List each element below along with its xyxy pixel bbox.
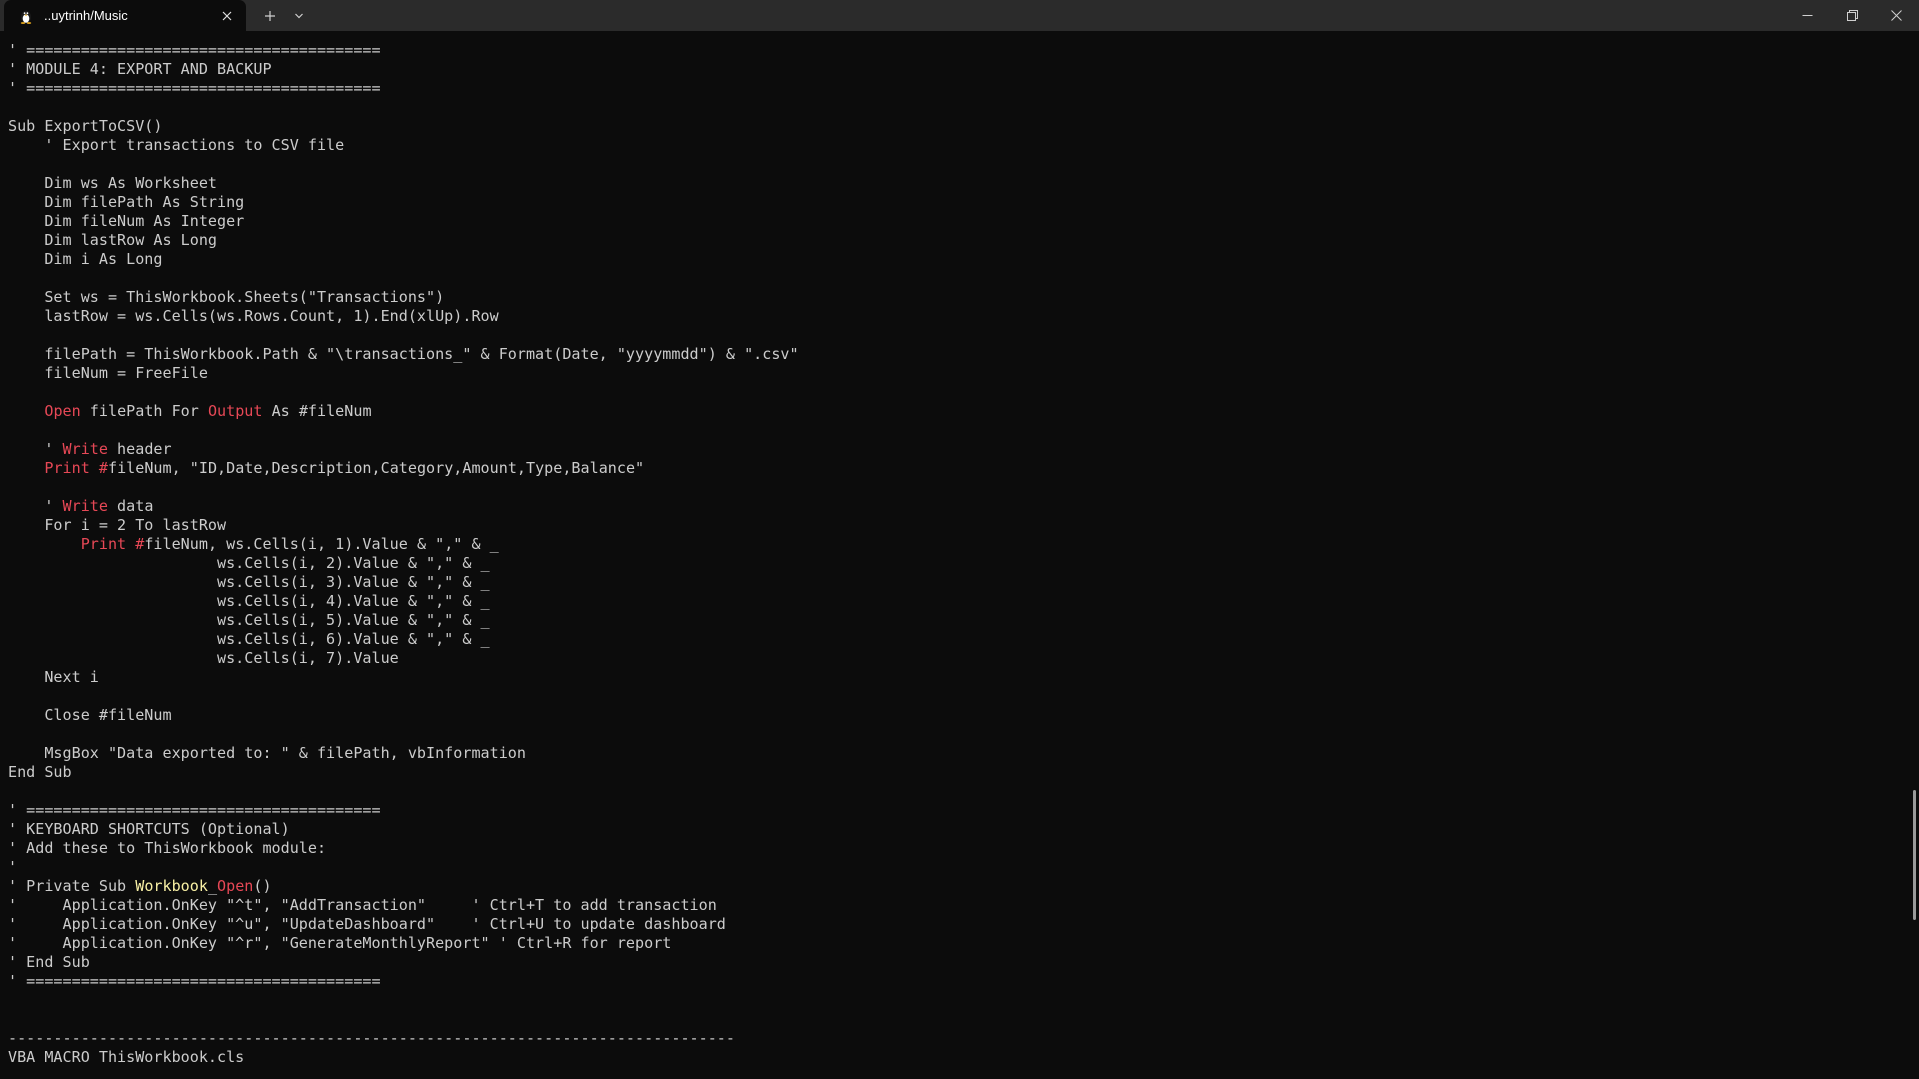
restore-button[interactable]	[1830, 0, 1874, 31]
terminal-line: ws.Cells(i, 6).Value & "," & _	[8, 630, 490, 648]
linux-penguin-icon	[18, 8, 34, 24]
terminal-line: Set ws = ThisWorkbook.Sheets("Transactio…	[8, 288, 445, 306]
terminal-line: filePath = ThisWorkbook.Path & "\transac…	[8, 345, 799, 363]
terminal-line: ' ======================================…	[8, 801, 381, 819]
terminal-line: ' Export transactions to CSV file	[8, 136, 345, 154]
terminal-line: ws.Cells(i, 2).Value & "," & _	[8, 554, 490, 572]
terminal-line: Next i	[8, 668, 99, 686]
terminal-line: Sub ExportToCSV()	[8, 117, 163, 135]
close-icon	[1891, 10, 1902, 21]
minimize-icon	[1802, 15, 1812, 16]
terminal-line: ' Add these to ThisWorkbook module:	[8, 839, 327, 857]
terminal-line: fileNum = FreeFile	[8, 364, 208, 382]
terminal-line: ws.Cells(i, 3).Value & "," & _	[8, 573, 490, 591]
terminal-line: Print #fileNum, ws.Cells(i, 1).Value & "…	[80, 535, 499, 553]
terminal-line: End Sub	[8, 763, 72, 781]
terminal-line: ' Private Sub Workbook_Open()	[8, 877, 272, 895]
terminal-line: Dim ws As Worksheet	[8, 174, 218, 192]
terminal-line: ' Write data	[8, 497, 154, 515]
terminal-line: ' Application.OnKey "^u", "UpdateDashboa…	[8, 915, 726, 933]
terminal-line: ' ======================================…	[8, 972, 381, 990]
restore-icon	[1846, 10, 1858, 21]
title-bar: ..uytrinh/Music	[0, 0, 1919, 31]
terminal-line: ' ======================================…	[8, 41, 381, 59]
terminal-line: Dim filePath As String	[8, 193, 245, 211]
terminal-line: VBA MACRO ThisWorkbook.cls	[8, 1048, 245, 1066]
terminal-content[interactable]: ' ======================================…	[0, 31, 1910, 1079]
terminal-line: Dim lastRow As Long	[8, 231, 218, 249]
terminal-line: Dim fileNum As Integer	[8, 212, 245, 230]
scrollbar[interactable]	[1910, 31, 1919, 1079]
close-window-button[interactable]	[1874, 0, 1919, 31]
tab-dropdown-button[interactable]	[285, 0, 313, 31]
terminal-line: '	[8, 858, 18, 876]
terminal-line: Print #fileNum, "ID,Date,Description,Cat…	[44, 459, 645, 477]
terminal-line: lastRow = ws.Cells(ws.Rows.Count, 1).End…	[8, 307, 499, 325]
terminal-line: Open filePath For Output As #fileNum	[44, 402, 372, 420]
minimize-button[interactable]	[1784, 0, 1830, 31]
terminal-line: ' Write header	[8, 440, 172, 458]
code-output: ' ======================================…	[8, 41, 799, 1067]
plus-icon	[265, 10, 275, 21]
chevron-down-icon	[295, 13, 303, 18]
tab-music[interactable]: ..uytrinh/Music	[4, 0, 246, 31]
terminal-line: ' ======================================…	[8, 79, 381, 97]
close-tab-icon[interactable]	[214, 3, 240, 29]
terminal-line: ' Application.OnKey "^t", "AddTransactio…	[8, 896, 717, 914]
scrollbar-thumb[interactable]	[1913, 790, 1916, 920]
terminal-line: MsgBox "Data exported to: " & filePath, …	[8, 744, 526, 762]
terminal-line: ws.Cells(i, 4).Value & "," & _	[8, 592, 490, 610]
terminal-line: ' Application.OnKey "^r", "GenerateMonth…	[8, 934, 672, 952]
terminal-line: ' End Sub	[8, 953, 90, 971]
terminal-line: ' MODULE 4: EXPORT AND BACKUP	[8, 60, 272, 78]
new-tab-button[interactable]	[255, 0, 285, 31]
terminal-line: Dim i As Long	[8, 250, 163, 268]
tab-title: ..uytrinh/Music	[44, 8, 128, 23]
terminal-line: ws.Cells(i, 5).Value & "," & _	[8, 611, 490, 629]
terminal-line: For i = 2 To lastRow	[8, 516, 227, 534]
terminal-line: ----------------------------------------…	[8, 1029, 735, 1047]
terminal-line: ws.Cells(i, 7).Value	[8, 649, 399, 667]
terminal-line: Close #fileNum	[8, 706, 172, 724]
terminal-line: ' KEYBOARD SHORTCUTS (Optional)	[8, 820, 290, 838]
